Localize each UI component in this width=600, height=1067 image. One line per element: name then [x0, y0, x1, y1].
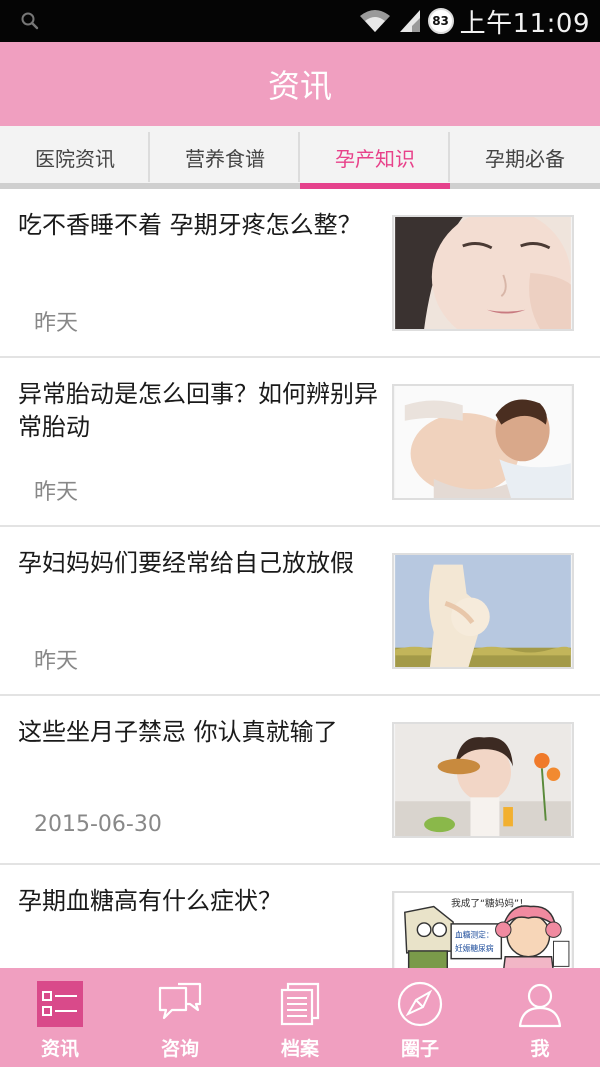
article-date: 昨天: [34, 311, 79, 336]
compass-icon: [397, 981, 443, 1027]
article-thumbnail: 我成了“糖妈妈”！ 血糖测定： 妊娠糖尿病: [392, 891, 574, 968]
nav-me[interactable]: 我: [480, 968, 600, 1067]
article-item[interactable]: 这些坐月子禁忌 你认真就输了 2015-06-30: [0, 696, 600, 865]
nav-news[interactable]: 资讯: [0, 968, 120, 1067]
tab-nutrition-recipes[interactable]: 营养食谱: [150, 126, 300, 189]
article-thumbnail: [392, 722, 574, 838]
wifi-icon: [359, 10, 390, 32]
article-thumbnail: [392, 215, 574, 331]
tab-label: 孕期必备: [485, 147, 565, 171]
status-bar: 83 上午11:09: [0, 0, 600, 42]
couple-pregnant-belly-photo: [395, 386, 571, 498]
news-list-icon: [37, 981, 83, 1027]
article-thumbnail: [392, 553, 574, 669]
search-icon: [21, 12, 39, 30]
article-thumbnail: [392, 384, 574, 500]
woman-eating-bread-photo: [395, 724, 571, 836]
article-date: 昨天: [34, 649, 79, 674]
article-item[interactable]: 孕期血糖高有什么症状？ 我成了“糖妈妈”！ 血糖测定： 妊娠糖尿病: [0, 865, 600, 968]
cartoon-sign-line2: 妊娠糖尿病: [455, 943, 494, 953]
pregnant-woman-field-photo: [395, 555, 571, 667]
bottom-navigation: 资讯 咨询 档案 圈子 我: [0, 968, 600, 1067]
nav-label: 圈子: [400, 1038, 439, 1060]
signal-icon: [399, 10, 420, 32]
battery-indicator: 83: [427, 8, 454, 34]
cartoon-sign-line1: 血糖测定：: [455, 929, 494, 939]
article-title: 吃不香睡不着 孕期牙疼怎么整？: [18, 211, 362, 239]
tab-label: 孕产知识: [335, 147, 415, 171]
tab-label: 医院资讯: [35, 147, 115, 171]
nav-community[interactable]: 圈子: [360, 968, 480, 1067]
nav-label: 档案: [280, 1038, 319, 1060]
chat-bubbles-icon: [158, 982, 202, 1020]
tab-label: 营养食谱: [185, 147, 265, 171]
article-item[interactable]: 异常胎动是怎么回事？如何辨别异常胎动 昨天: [0, 358, 600, 527]
clock: 上午11:09: [459, 8, 590, 39]
category-tabs: 医院资讯 营养食谱 孕产知识 孕期必备: [0, 126, 600, 189]
nav-consult[interactable]: 咨询: [120, 968, 240, 1067]
nav-label: 我: [530, 1038, 550, 1060]
article-item[interactable]: 孕妇妈妈们要经常给自己放放假 昨天: [0, 527, 600, 696]
article-title: 孕妇妈妈们要经常给自己放放假: [18, 549, 354, 577]
cartoon-sugar-mom-illustration: 我成了“糖妈妈”！ 血糖测定： 妊娠糖尿病: [395, 893, 571, 968]
tab-hospital-news[interactable]: 医院资讯: [0, 126, 150, 189]
article-date: 昨天: [34, 480, 79, 505]
document-icon: [280, 982, 320, 1026]
article-title: 异常胎动是怎么回事？如何辨别异常胎动: [18, 380, 378, 441]
title-bar: 资讯: [0, 42, 600, 126]
nav-records[interactable]: 档案: [240, 968, 360, 1067]
woman-toothache-photo: [395, 217, 571, 329]
nav-label: 资讯: [40, 1038, 79, 1060]
nav-label: 咨询: [160, 1038, 199, 1060]
article-title: 孕期血糖高有什么症状？: [18, 887, 282, 915]
tab-pregnancy-knowledge[interactable]: 孕产知识: [300, 126, 450, 189]
person-icon: [518, 983, 562, 1028]
article-item[interactable]: 吃不香睡不着 孕期牙疼怎么整？ 昨天: [0, 189, 600, 358]
page-title: 资讯: [267, 67, 332, 105]
tab-pregnancy-essentials[interactable]: 孕期必备: [450, 126, 600, 189]
article-title: 这些坐月子禁忌 你认真就输了: [18, 718, 338, 746]
article-list[interactable]: 吃不香睡不着 孕期牙疼怎么整？ 昨天 异常胎动是怎么回事？如何辨别异常胎动 昨天: [0, 189, 600, 968]
article-date: 2015-06-30: [34, 812, 162, 837]
